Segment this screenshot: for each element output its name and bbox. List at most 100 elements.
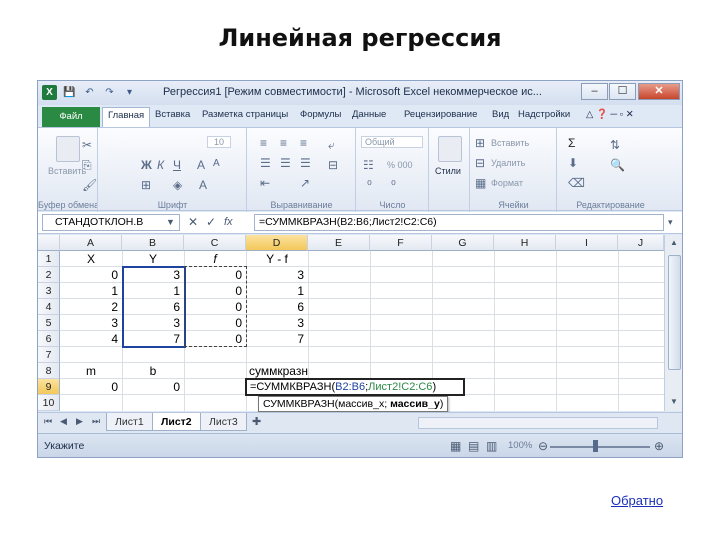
tab-formulas[interactable]: Формулы: [300, 109, 341, 120]
autosum-icon[interactable]: Σ: [568, 136, 575, 150]
italic-icon[interactable]: К: [157, 158, 164, 172]
merge-icon[interactable]: ⊟: [328, 158, 338, 172]
cell-b9[interactable]: 0: [122, 379, 184, 395]
column-header-f[interactable]: F: [370, 235, 432, 251]
underline-icon[interactable]: Ч: [173, 158, 181, 172]
normal-view-icon[interactable]: ▦: [450, 439, 461, 453]
back-link[interactable]: Обратно: [611, 493, 663, 508]
quick-access-dropdown-icon[interactable]: ▾: [122, 85, 137, 100]
cell-b1[interactable]: Y: [122, 251, 184, 267]
paste-label[interactable]: Вставить: [48, 166, 86, 176]
delete-cells-icon[interactable]: ⊟: [475, 156, 485, 170]
align-middle-icon[interactable]: ≡: [280, 136, 287, 150]
help-icon[interactable]: △ ❓ ─ ▫ ✕: [586, 109, 634, 120]
column-header-j[interactable]: J: [618, 235, 664, 251]
cell-a3[interactable]: 1: [60, 283, 122, 299]
minimize-button[interactable]: –: [581, 83, 608, 100]
row-header-7[interactable]: 7: [38, 347, 60, 363]
align-left-icon[interactable]: ☰: [260, 156, 271, 170]
insert-cells-label[interactable]: Вставить: [491, 138, 529, 148]
number-format-field[interactable]: Общий: [361, 136, 423, 148]
cell-d1[interactable]: Y - f: [246, 251, 308, 267]
sheet-tab-2[interactable]: Лист2: [152, 413, 201, 431]
tab-file[interactable]: Файл: [42, 107, 100, 127]
undo-icon[interactable]: ↶: [82, 85, 97, 100]
page-layout-view-icon[interactable]: ▤: [468, 439, 479, 453]
column-header-d[interactable]: D: [246, 235, 308, 251]
select-all-corner[interactable]: [38, 235, 60, 251]
indent-icon[interactable]: ⇤: [260, 176, 270, 190]
sheet-tab-1[interactable]: Лист1: [106, 413, 153, 431]
name-box-dropdown-icon[interactable]: ▼: [166, 217, 175, 227]
column-header-e[interactable]: E: [308, 235, 370, 251]
zoom-slider-knob[interactable]: [593, 440, 598, 452]
cell-b8[interactable]: b: [122, 363, 184, 379]
formula-input[interactable]: =СУММКВРАЗН(B2:B6;Лист2!C2:C6): [254, 214, 664, 231]
cell-a4[interactable]: 2: [60, 299, 122, 315]
vertical-scrollbar[interactable]: ▲ ▼: [664, 235, 682, 411]
first-sheet-icon[interactable]: ⏮: [44, 416, 52, 427]
find-select-icon[interactable]: 🔍: [610, 158, 625, 172]
align-bottom-icon[interactable]: ≡: [300, 136, 307, 150]
wrap-text-icon[interactable]: ⤶: [328, 138, 335, 153]
cell-a8[interactable]: m: [60, 363, 122, 379]
cell-d5[interactable]: 3: [246, 315, 308, 331]
format-cells-label[interactable]: Формат: [491, 178, 523, 188]
cell-c1[interactable]: f: [184, 251, 246, 267]
next-sheet-icon[interactable]: ▶: [76, 416, 83, 427]
column-header-h[interactable]: H: [494, 235, 556, 251]
row-header-10[interactable]: 10: [38, 395, 60, 411]
cell-d3[interactable]: 1: [246, 283, 308, 299]
row-header-4[interactable]: 4: [38, 299, 60, 315]
row-header-1[interactable]: 1: [38, 251, 60, 267]
grow-font-icon[interactable]: A: [197, 158, 205, 172]
tooltip-active-arg[interactable]: массив_y: [390, 398, 440, 410]
align-right-icon[interactable]: ☰: [300, 156, 311, 170]
row-header-3[interactable]: 3: [38, 283, 60, 299]
align-center-icon[interactable]: ☰: [280, 156, 291, 170]
scroll-down-icon[interactable]: ▼: [670, 397, 678, 406]
borders-icon[interactable]: ⊞: [141, 178, 151, 192]
confirm-formula-icon[interactable]: ✓: [206, 215, 216, 229]
fill-color-icon[interactable]: ◈: [173, 178, 182, 192]
bold-icon[interactable]: Ж: [141, 158, 152, 172]
sheet-tab-3[interactable]: Лист3: [200, 413, 247, 431]
row-header-9[interactable]: 9: [38, 379, 60, 395]
zoom-out-icon[interactable]: ⊖: [538, 439, 548, 453]
insert-function-icon[interactable]: fx: [224, 216, 233, 228]
horizontal-scrollbar[interactable]: [418, 417, 658, 429]
redo-icon[interactable]: ↷: [102, 85, 117, 100]
zoom-in-icon[interactable]: ⊕: [654, 439, 664, 453]
row-header-2[interactable]: 2: [38, 267, 60, 283]
vertical-scroll-thumb[interactable]: [668, 255, 681, 370]
clear-icon[interactable]: ⌫: [568, 176, 585, 190]
orientation-icon[interactable]: ↗: [300, 176, 310, 190]
tab-addins[interactable]: Надстройки: [518, 109, 570, 120]
tab-insert[interactable]: Вставка: [155, 109, 190, 120]
row-header-5[interactable]: 5: [38, 315, 60, 331]
close-button[interactable]: ✕: [638, 83, 680, 100]
percent-format[interactable]: % 000: [387, 160, 413, 170]
row-header-8[interactable]: 8: [38, 363, 60, 379]
cell-a2[interactable]: 0: [60, 267, 122, 283]
styles-label[interactable]: Стили: [435, 166, 461, 176]
font-size-field[interactable]: 10: [207, 136, 232, 148]
decrease-decimal-icon[interactable]: ⁰: [391, 178, 396, 192]
column-header-b[interactable]: B: [122, 235, 184, 251]
save-icon[interactable]: 💾: [62, 85, 77, 100]
paste-icon[interactable]: [56, 136, 80, 162]
cell-d8[interactable]: суммкразн: [246, 363, 370, 379]
column-header-c[interactable]: C: [184, 235, 246, 251]
column-header-a[interactable]: A: [60, 235, 122, 251]
tab-home[interactable]: Главная: [102, 107, 151, 127]
column-header-i[interactable]: I: [556, 235, 618, 251]
scroll-up-icon[interactable]: ▲: [670, 238, 678, 247]
shrink-font-icon[interactable]: A: [213, 158, 220, 169]
name-box[interactable]: СТАНДОТКЛОН.В: [42, 214, 180, 231]
active-cell-d9[interactable]: =СУММКВРАЗН(B2:B6;Лист2!C2:C6): [245, 378, 465, 396]
align-top-icon[interactable]: ≡: [260, 136, 267, 150]
font-color-icon[interactable]: A: [199, 178, 207, 192]
cell-a6[interactable]: 4: [60, 331, 122, 347]
format-painter-icon[interactable]: 🖌: [82, 178, 97, 192]
cell-d9-editor[interactable]: =СУММКВРАЗН(B2:B6;Лист2!C2:C6): [247, 380, 467, 396]
